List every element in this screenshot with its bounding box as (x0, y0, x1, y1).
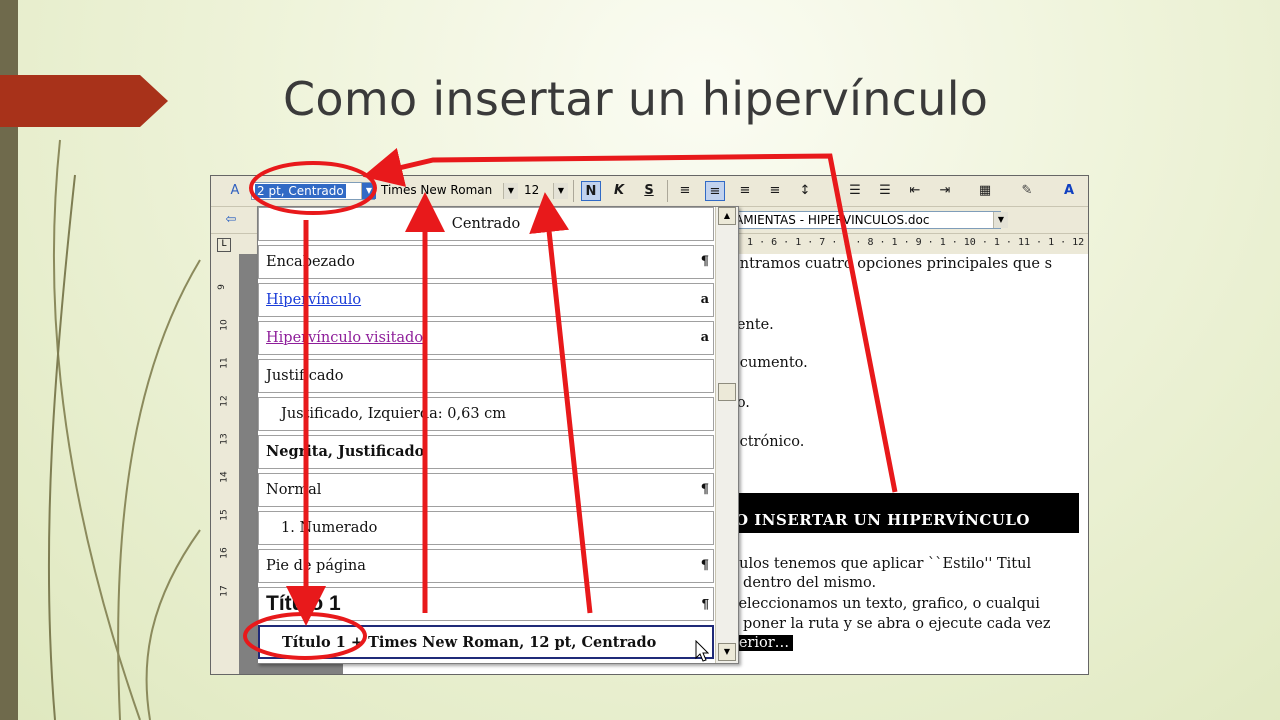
paragraph-mark-icon: ¶ (700, 482, 709, 497)
ruler-number: 10 (219, 319, 230, 331)
font-combo-value: Times New Roman (381, 183, 493, 197)
dropdown-scrollbar[interactable]: ▲ ▼ (715, 207, 738, 663)
style-item-label: Justificado, Izquierda: 0,63 cm (281, 406, 507, 422)
style-item-label: Pie de página (266, 558, 366, 574)
borders-icon[interactable]: ▦ (975, 181, 995, 201)
style-dropdown-arrow-icon[interactable]: ▼ (361, 183, 376, 199)
address-dropdown-arrow-icon[interactable]: ▼ (993, 212, 1008, 228)
paragraph-mark-icon: ¶ (701, 596, 709, 611)
justify-icon[interactable]: ≡ (765, 181, 785, 201)
style-item-numerado[interactable]: 1. Numerado (258, 511, 714, 545)
character-mark-icon: a (700, 292, 709, 307)
style-item-label: Encabezado (266, 254, 355, 270)
style-item-centrado[interactable]: Centrado (258, 207, 714, 241)
doc-text-line: ontramos cuatro opciones principales que… (731, 256, 1053, 272)
toolbar-separator (667, 180, 668, 202)
style-item-justificado-izquierda[interactable]: Justificado, Izquierda: 0,63 cm (258, 397, 714, 431)
address-combo[interactable]: AMIENTAS - HIPERVINCULOS.doc (731, 211, 1001, 229)
style-item-label: Negrita, Justificado (266, 443, 425, 460)
increase-indent-icon[interactable]: ⇥ (935, 181, 955, 201)
toolbar-separator (573, 180, 574, 202)
style-item-label: Normal (266, 482, 322, 498)
ruler-numbers: · 1 · 6 · 1 · 7 · 1 · 8 · 1 · 9 · 1 · 10… (735, 237, 1085, 248)
font-dropdown-arrow-icon[interactable]: ▼ (503, 183, 518, 199)
align-center-icon[interactable]: ≡ (705, 181, 725, 201)
style-item-label: Título 1 (266, 592, 341, 615)
ruler-number: 12 (219, 395, 230, 407)
styles-pane-icon[interactable]: A (225, 181, 245, 201)
doc-text-line: ectrónico. (731, 434, 805, 450)
style-item-negrita-justificado[interactable]: Negrita, Justificado (258, 435, 714, 469)
ruler-number: 17 (219, 585, 230, 597)
style-combo-value: 2 pt, Centrado (255, 184, 346, 198)
italic-button[interactable]: K (609, 181, 629, 201)
paragraph-mark-icon: ¶ (700, 558, 709, 573)
font-combo[interactable]: Times New Roman (378, 182, 518, 200)
doc-body-line: culos tenemos que aplicar ``Estilo'' Tit… (731, 556, 1032, 572)
align-right-icon[interactable]: ≡ (735, 181, 755, 201)
bold-button[interactable]: N (581, 181, 601, 201)
vertical-ruler: 9 10 11 12 13 14 15 16 17 (211, 254, 240, 674)
style-item-titulo-1[interactable]: Título 1 ¶ (258, 587, 714, 621)
style-item-label: Hipervínculo visitado (266, 330, 424, 346)
address-value: AMIENTAS - HIPERVINCULOS.doc (735, 213, 930, 227)
numbered-list-icon[interactable]: ☰ (845, 181, 865, 201)
style-item-justificado[interactable]: Justificado (258, 359, 714, 393)
doc-body-line: s dentro del mismo. (731, 575, 877, 591)
ruler-number: 13 (219, 433, 230, 445)
size-combo-value: 12 (524, 183, 540, 197)
bulleted-list-icon[interactable]: ☰ (875, 181, 895, 201)
style-item-label: Título 1 + Times New Roman, 12 pt, Centr… (282, 634, 657, 651)
style-item-label: 1. Numerado (281, 520, 378, 536)
mouse-pointer-icon (695, 640, 709, 662)
style-item-label: Justificado (266, 368, 344, 384)
scroll-down-arrow-icon[interactable]: ▼ (718, 643, 736, 661)
size-dropdown-arrow-icon[interactable]: ▼ (553, 183, 568, 199)
ruler-number: 11 (219, 357, 230, 369)
back-arrow-icon[interactable]: ⇦ (221, 210, 241, 230)
style-combo[interactable]: 2 pt, Centrado (251, 182, 375, 200)
style-item-encabezado[interactable]: Encabezado ¶ (258, 245, 714, 279)
style-item-label: Centrado (451, 216, 521, 232)
style-item-label: Hipervínculo (266, 292, 362, 308)
highlight-icon[interactable]: ✎ (1017, 181, 1037, 201)
ruler-number: 14 (219, 471, 230, 483)
page-title: Como insertar un hipervínculo (283, 72, 989, 126)
doc-text-line: ocumento. (731, 355, 808, 371)
paragraph-mark-icon: ¶ (700, 254, 709, 269)
style-item-pie-de-pagina[interactable]: Pie de página ¶ (258, 549, 714, 583)
style-item-hipervinculo[interactable]: Hipervínculo a (258, 283, 714, 317)
ruler-number: 9 (216, 284, 227, 290)
scroll-up-arrow-icon[interactable]: ▲ (718, 207, 736, 225)
style-item-titulo-1-centrado[interactable]: Título 1 + Times New Roman, 12 pt, Centr… (258, 625, 714, 659)
formatting-toolbar: A 2 pt, Centrado ▼ Times New Roman ▼ 12 … (211, 176, 1088, 207)
style-item-hipervinculo-visitado[interactable]: Hipervínculo visitado a (258, 321, 714, 355)
decrease-indent-icon[interactable]: ⇤ (905, 181, 925, 201)
doc-body-line: s poner la ruta y se abra o ejecute cada… (731, 616, 1051, 632)
scroll-thumb[interactable] (718, 383, 736, 401)
doc-body-line: seleccionamos un texto, grafico, o cualq… (731, 596, 1040, 612)
word-screenshot: A 2 pt, Centrado ▼ Times New Roman ▼ 12 … (210, 175, 1089, 675)
style-item-normal[interactable]: Normal ¶ (258, 473, 714, 507)
underline-button[interactable]: S (639, 181, 659, 201)
align-left-icon[interactable]: ≡ (675, 181, 695, 201)
line-spacing-icon[interactable]: ↕ (795, 181, 815, 201)
font-color-icon[interactable]: A (1059, 181, 1079, 201)
ruler-number: 16 (219, 547, 230, 559)
tab-selector-icon[interactable]: L (217, 238, 231, 252)
style-dropdown-list[interactable]: Centrado Encabezado ¶ Hipervínculo a Hiper… (257, 206, 739, 664)
character-mark-icon: a (700, 330, 709, 345)
ruler-number: 15 (219, 509, 230, 521)
doc-heading: O INSERTAR UN HIPERVÍNCULO (735, 511, 1030, 529)
